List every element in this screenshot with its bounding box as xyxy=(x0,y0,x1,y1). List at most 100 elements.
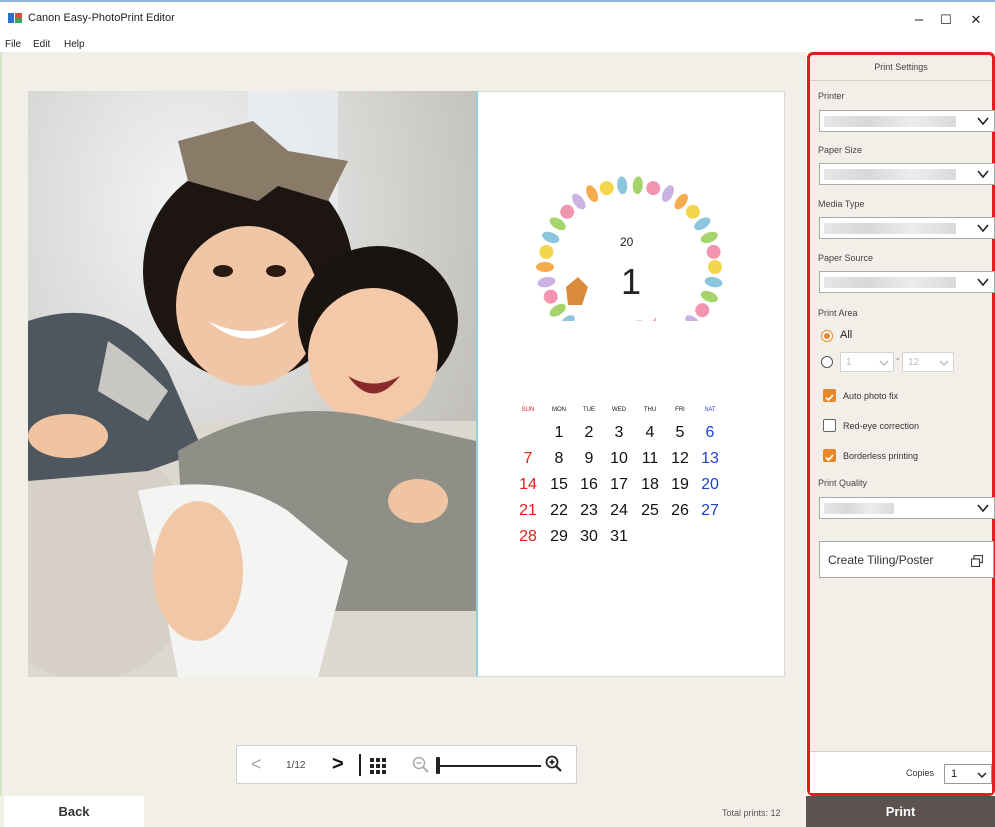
copies-select[interactable]: 1 xyxy=(944,764,992,784)
calendar-day: 11 xyxy=(641,450,659,467)
calendar-day: 29 xyxy=(550,528,568,545)
toolbar-divider xyxy=(359,754,361,776)
calendar-day: 14 xyxy=(519,476,537,493)
title-bar: Canon Easy-PhotoPrint Editor – ☐ ✕ xyxy=(0,0,995,34)
check-mark-icon xyxy=(825,394,834,402)
print-area-all-label: All xyxy=(840,329,853,341)
calendar-day: 2 xyxy=(584,424,594,441)
print-quality-select[interactable] xyxy=(819,497,995,519)
calendar-day: 12 xyxy=(671,450,689,467)
weekday-header: FRI xyxy=(675,407,685,413)
next-page-button[interactable]: > xyxy=(332,753,344,776)
paper-source-label: Paper Source xyxy=(818,253,874,263)
chevron-down-icon xyxy=(977,504,989,513)
zoom-in-icon[interactable] xyxy=(545,755,563,773)
print-quality-label: Print Quality xyxy=(818,478,868,488)
calendar-day: 23 xyxy=(580,502,598,519)
range-to-value: 12 xyxy=(908,357,920,368)
printer-label: Printer xyxy=(818,91,845,101)
calendar-day: 22 xyxy=(550,502,568,519)
chevron-down-icon xyxy=(977,772,987,779)
panel-title: Print Settings xyxy=(810,55,992,81)
close-button[interactable]: ✕ xyxy=(964,10,988,30)
calendar-year: 20 xyxy=(620,235,634,249)
app-logo-icon xyxy=(8,13,22,23)
zoom-out-icon[interactable] xyxy=(412,756,430,774)
borderless-printing-label: Borderless printing xyxy=(843,451,919,461)
calendar-page[interactable]: 20 1 SUN MON TUE WED THU FRI SAT 1 2 3 4 5 6 7 8 9 10 11 1… xyxy=(478,91,784,677)
range-to-select[interactable]: 12 xyxy=(902,352,954,372)
copies-label: Copies xyxy=(906,768,935,778)
page-navigation-bar: < 1/12 > xyxy=(236,745,577,784)
chevron-down-icon xyxy=(879,360,889,366)
photo-two-children[interactable] xyxy=(28,91,476,677)
maximize-button[interactable]: ☐ xyxy=(934,10,958,30)
red-eye-correction-label: Red-eye correction xyxy=(843,421,920,431)
paper-source-select[interactable] xyxy=(819,271,995,293)
menu-file[interactable]: File xyxy=(5,39,21,50)
print-button[interactable]: Print xyxy=(806,796,995,827)
calendar-day: 26 xyxy=(671,502,689,519)
chevron-down-icon xyxy=(977,278,989,287)
open-window-icon xyxy=(971,555,983,567)
create-tiling-poster-button[interactable]: Create Tiling/Poster xyxy=(819,541,994,578)
calendar-day: 1 xyxy=(554,424,564,441)
back-button[interactable]: Back xyxy=(4,796,144,827)
calendar-day: 20 xyxy=(701,476,719,493)
app-title: Canon Easy-PhotoPrint Editor xyxy=(28,12,175,24)
printer-select[interactable] xyxy=(819,110,995,132)
calendar-day: 19 xyxy=(671,476,689,493)
calendar-day: 13 xyxy=(701,450,719,467)
calendar-day: 18 xyxy=(641,476,659,493)
calendar-day: 24 xyxy=(610,502,628,519)
weekday-header: TUE xyxy=(583,407,595,413)
chevron-down-icon xyxy=(977,224,989,233)
copies-area: Copies 1 xyxy=(810,751,992,793)
check-mark-icon xyxy=(825,454,834,462)
calendar-day: 28 xyxy=(519,528,537,545)
range-from-select[interactable]: 1 xyxy=(840,352,894,372)
auto-photo-fix-label: Auto photo fix xyxy=(843,391,899,401)
previous-page-button[interactable]: < xyxy=(251,754,262,775)
calendar-day: 9 xyxy=(584,450,594,467)
chevron-down-icon xyxy=(977,117,989,126)
menu-edit[interactable]: Edit xyxy=(33,39,50,50)
calendar-day: 31 xyxy=(610,528,628,545)
paper-size-select[interactable] xyxy=(819,163,995,185)
calendar-day: 27 xyxy=(701,502,719,519)
weekday-header: WED xyxy=(612,407,626,413)
media-type-label: Media Type xyxy=(818,199,865,209)
auto-photo-fix-checkbox[interactable] xyxy=(823,389,836,402)
minimize-button[interactable]: – xyxy=(907,10,931,30)
photo-image xyxy=(28,91,476,677)
calendar-day: 8 xyxy=(554,450,564,467)
paper-size-value-redacted xyxy=(824,169,956,180)
print-area-label: Print Area xyxy=(818,308,858,318)
media-type-value-redacted xyxy=(824,223,956,234)
print-quality-value-redacted xyxy=(824,503,894,514)
zoom-slider-track[interactable] xyxy=(437,765,541,767)
weekday-header: SAT xyxy=(704,407,716,413)
grid-view-icon[interactable] xyxy=(370,758,386,774)
copies-value: 1 xyxy=(951,768,958,780)
menu-help[interactable]: Help xyxy=(64,39,85,50)
calendar-day: 16 xyxy=(580,476,598,493)
range-from-value: 1 xyxy=(846,357,852,368)
bottom-bar: Back Total prints: 12 Print xyxy=(0,796,995,827)
print-area-all-radio[interactable] xyxy=(821,330,833,342)
calendar-day: 7 xyxy=(523,450,533,467)
media-type-select[interactable] xyxy=(819,217,995,239)
zoom-slider-handle[interactable] xyxy=(436,757,440,774)
print-area-range-radio[interactable] xyxy=(821,356,833,368)
paper-size-label: Paper Size xyxy=(818,145,863,155)
red-eye-correction-checkbox[interactable] xyxy=(823,419,836,432)
borderless-printing-checkbox[interactable] xyxy=(823,449,836,462)
calendar-day: 5 xyxy=(675,424,685,441)
weekday-header: MON xyxy=(552,407,566,413)
calendar-day: 4 xyxy=(645,424,655,441)
calendar-day: 25 xyxy=(641,502,659,519)
chevron-down-icon xyxy=(977,170,989,179)
calendar-day: 15 xyxy=(550,476,568,493)
create-tiling-poster-label: Create Tiling/Poster xyxy=(828,553,934,567)
calendar-month: 1 xyxy=(621,261,642,302)
